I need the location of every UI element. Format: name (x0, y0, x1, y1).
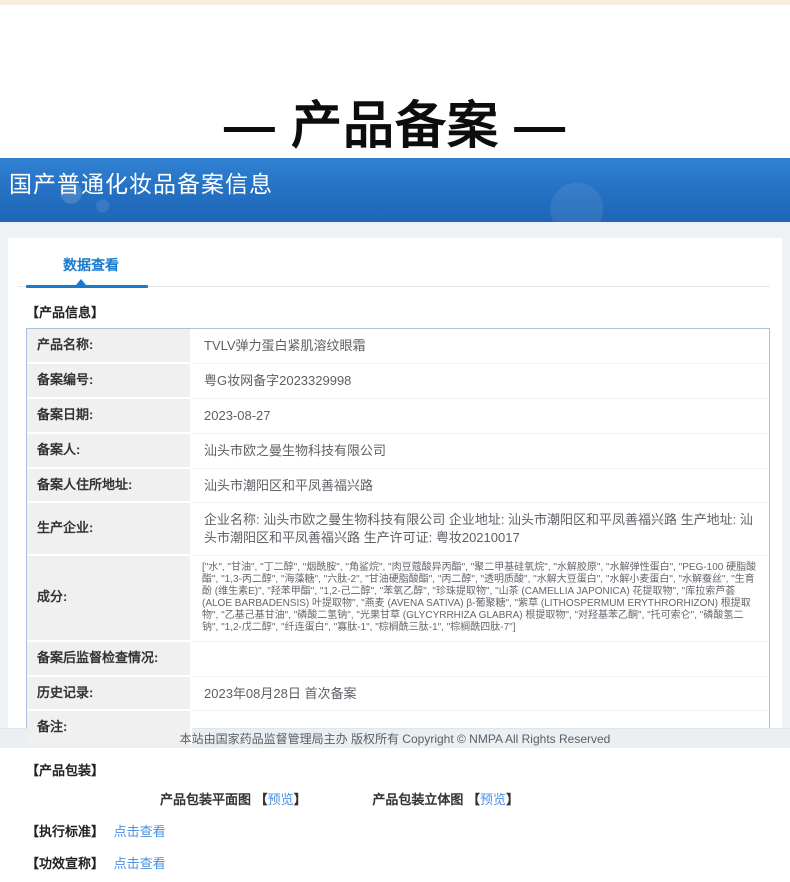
table-row: 备案人住所地址: 汕头市潮阳区和平凤善福兴路 (27, 468, 769, 504)
tab-bar: 数据查看 (18, 238, 770, 288)
exec-standard-row: 【执行标准】 点击查看 (26, 821, 770, 840)
row-label: 备案人: (27, 433, 192, 469)
packaging-3d-preview-link[interactable]: 预览 (480, 792, 506, 807)
copyright-text: 本站由国家药品监督管理局主办 版权所有 Copyright © NMPA All… (179, 732, 611, 746)
row-label: 备案人住所地址: (27, 468, 192, 504)
table-row: 备案后监督检查情况: (27, 641, 769, 677)
table-row: 备案人: 汕头市欧之曼生物科技有限公司 (27, 433, 769, 469)
active-tab-indicator (26, 285, 148, 288)
table-row: 成分: ["水", "甘油", "丁二醇", "烟酰胺", "角鲨烷", "肉豆蔻… (27, 555, 769, 642)
bracket: 【 (254, 792, 268, 808)
row-label: 生产企业: (27, 503, 192, 556)
row-value: ["水", "甘油", "丁二醇", "烟酰胺", "角鲨烷", "肉豆蔻酸异丙… (192, 556, 769, 642)
efficacy-heading: 【功效宣称】 (26, 856, 105, 872)
tab-data-view[interactable]: 数据查看 (63, 257, 119, 273)
row-value: TVLV弹力蛋白紧肌溶纹眼霜 (192, 329, 769, 364)
exec-standard-heading: 【执行标准】 (26, 824, 105, 840)
exec-standard-view-link[interactable]: 点击查看 (114, 824, 166, 839)
row-label: 历史记录: (27, 676, 192, 712)
bracket: 】 (505, 792, 519, 808)
active-tab-caret-icon (76, 279, 86, 285)
table-row: 备案编号: 粤G妆网备字2023329998 (27, 363, 769, 399)
row-label: 备案日期: (27, 398, 192, 434)
product-info-heading: 【产品信息】 (26, 305, 105, 320)
row-value: 汕头市潮阳区和平凤善福兴路 (192, 469, 769, 504)
product-info-table: 产品名称: TVLV弹力蛋白紧肌溶纹眼霜 备案编号: 粤G妆网备字2023329998… (26, 328, 770, 746)
packaging-flat-label: 产品包装平面图 (160, 792, 252, 808)
efficacy-view-link[interactable]: 点击查看 (114, 856, 166, 871)
bracket: 】 (293, 792, 307, 808)
row-value: 2023年08月28日 首次备案 (192, 677, 769, 712)
row-label: 备注: (27, 711, 192, 745)
packaging-3d-label: 产品包装立体图 (372, 792, 464, 808)
banner-title: 国产普通化妆品备案信息 (9, 171, 273, 197)
packaging-flat-preview-link[interactable]: 预览 (268, 792, 294, 807)
packaging-flat-item: 产品包装平面图 【预览】 (160, 789, 307, 808)
main-content-area: 数据查看 【产品信息】 产品名称: TVLV弹力蛋白紧肌溶纹眼霜 备案编号: 粤G妆网… (0, 222, 790, 882)
page-title: — 产品备案 — (223, 96, 567, 154)
content-card: 数据查看 【产品信息】 产品名称: TVLV弹力蛋白紧肌溶纹眼霜 备案编号: 粤G妆网… (8, 238, 782, 882)
product-packaging-heading: 【产品包装】 (26, 763, 105, 779)
table-row: 产品名称: TVLV弹力蛋白紧肌溶纹眼霜 (27, 329, 769, 364)
row-value (192, 642, 769, 677)
packaging-links-row: 产品包装平面图 【预览】 产品包装立体图 【预览】 (160, 789, 770, 808)
table-row: 备案日期: 2023-08-27 (27, 398, 769, 434)
row-label: 备案后监督检查情况: (27, 641, 192, 677)
row-value: 粤G妆网备字2023329998 (192, 364, 769, 399)
efficacy-claim-row: 【功效宣称】 点击查看 (26, 853, 770, 872)
row-label: 产品名称: (27, 329, 192, 364)
blue-banner: 国产普通化妆品备案信息 (0, 158, 790, 222)
row-value: 2023-08-27 (192, 399, 769, 434)
row-value: 企业名称: 汕头市欧之曼生物科技有限公司 企业地址: 汕头市潮阳区和平凤善福兴路… (192, 503, 769, 556)
row-value: 汕头市欧之曼生物科技有限公司 (192, 434, 769, 469)
packaging-3d-item: 产品包装立体图 【预览】 (372, 789, 519, 808)
row-label: 备案编号: (27, 363, 192, 399)
row-label: 成分: (27, 555, 192, 642)
hero-section: — 产品备案 — (0, 5, 790, 158)
bracket: 【 (466, 792, 480, 808)
table-row: 生产企业: 企业名称: 汕头市欧之曼生物科技有限公司 企业地址: 汕头市潮阳区和平… (27, 503, 769, 556)
table-row: 历史记录: 2023年08月28日 首次备案 (27, 676, 769, 712)
